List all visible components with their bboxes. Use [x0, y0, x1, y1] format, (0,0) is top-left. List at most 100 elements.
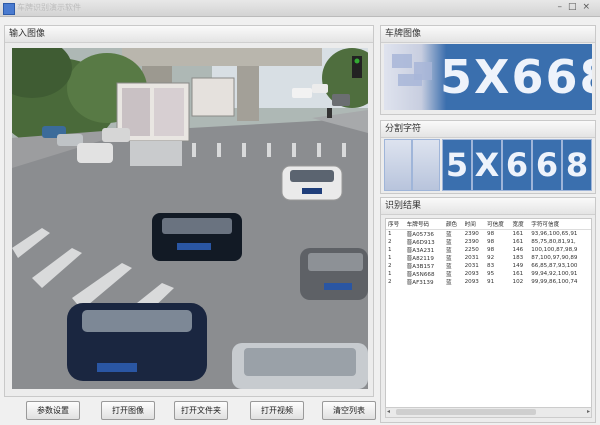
- table-cell: 2093: [464, 271, 479, 277]
- table-cell: 93,96,100,65,91: [531, 231, 578, 237]
- scroll-thumb[interactable]: [396, 409, 536, 415]
- table-cell: 蓝: [445, 280, 452, 286]
- maximize-icon[interactable]: □: [568, 2, 583, 12]
- window-title: 车牌识别演示软件: [17, 3, 81, 12]
- table-cell: 99,99,86,100,74: [531, 279, 578, 285]
- app-icon: [3, 3, 15, 15]
- col-header[interactable]: 车牌号码: [404, 219, 444, 230]
- table-row[interactable]: 1 晋A05736 蓝 2390 98 161 93,96,100,65,91: [386, 230, 591, 238]
- table-cell: 98: [487, 239, 495, 245]
- table-cell: 100,100,87,98,9: [531, 247, 578, 253]
- table-row[interactable]: 2 晋A6D913 蓝 2390 98 161 85,75,80,81,91,: [386, 238, 591, 246]
- segment-blurred: [384, 139, 412, 191]
- table-cell: 2093: [464, 279, 479, 285]
- table-cell: 晋A3A231: [406, 248, 435, 254]
- table-cell: 92: [487, 255, 495, 261]
- segment-char: 6: [532, 139, 562, 191]
- close-icon[interactable]: ×: [582, 2, 596, 12]
- table-cell: 161: [512, 231, 524, 237]
- table-cell: 99,94,92,100,91: [531, 271, 578, 277]
- segment-char: 5: [442, 139, 472, 191]
- input-image-view[interactable]: [12, 48, 368, 389]
- table-cell: 161: [512, 271, 524, 277]
- table-cell: 1: [388, 247, 392, 253]
- table-cell: 2031: [464, 263, 479, 269]
- table-cell: 蓝: [445, 232, 452, 238]
- table-cell: 1: [388, 255, 392, 261]
- table-cell: 2: [388, 263, 392, 269]
- open-folder-button[interactable]: 打开文件夹: [174, 401, 228, 420]
- table-cell: 1: [388, 231, 392, 237]
- table-cell: 87,100,97,90,89: [531, 255, 578, 261]
- table-cell: 2: [388, 279, 392, 285]
- table-cell: 2: [388, 239, 392, 245]
- scroll-right-icon[interactable]: ▸: [587, 408, 590, 415]
- result-table[interactable]: 序号 车牌号码 颜色 时间 可信度 宽度 字符可信度 1 晋A05736 蓝 2390…: [385, 218, 592, 410]
- table-cell: 2390: [464, 239, 479, 245]
- table-cell: 146: [512, 247, 524, 253]
- table-cell: 2390: [464, 231, 479, 237]
- plate-image-panel: 车牌图像 5X668: [380, 25, 596, 115]
- segment-panel-title: 分割字符: [381, 121, 595, 138]
- minimize-icon[interactable]: –: [557, 2, 568, 12]
- open-video-button[interactable]: 打开视频: [250, 401, 304, 420]
- table-cell: 晋A82119: [406, 256, 434, 262]
- table-cell: 161: [512, 239, 524, 245]
- table-row[interactable]: 2 晋A3B157 蓝 2031 83 149 66,85,87,93,100: [386, 262, 591, 270]
- col-header[interactable]: 可信度: [485, 219, 511, 230]
- plate-blur-region: [384, 44, 446, 110]
- table-cell: 183: [512, 255, 524, 261]
- segment-char: 6: [502, 139, 532, 191]
- col-header[interactable]: 时间: [462, 219, 486, 230]
- table-row[interactable]: 2 晋AF3139 蓝 2093 91 102 99,99,86,100,74: [386, 278, 591, 286]
- table-cell: 蓝: [445, 256, 452, 262]
- segment-blurred: [412, 139, 440, 191]
- table-cell: 2250: [464, 247, 479, 253]
- table-cell: 晋A3B157: [406, 264, 435, 270]
- table-cell: 91: [487, 279, 495, 285]
- result-panel-title: 识别结果: [381, 198, 595, 215]
- segment-strip: 5 X 6 6 8: [384, 139, 592, 191]
- table-cell: 98: [487, 247, 495, 253]
- col-header[interactable]: 字符可信度: [529, 219, 591, 230]
- plate-text: 5X668: [440, 50, 592, 104]
- table-cell: 蓝: [445, 264, 452, 270]
- table-cell: 83: [487, 263, 495, 269]
- table-row[interactable]: 1 晋A3A231 蓝 2250 98 146 100,100,87,98,9: [386, 246, 591, 254]
- segment-char: 8: [562, 139, 592, 191]
- horizontal-scrollbar[interactable]: ◂ ▸: [385, 407, 592, 418]
- table-cell: 蓝: [445, 272, 452, 278]
- clear-list-button[interactable]: 清空列表: [322, 401, 376, 420]
- segment-char: X: [472, 139, 502, 191]
- input-panel-title: 输入图像: [5, 26, 373, 43]
- title-bar: 车牌识别演示软件 –□×: [0, 0, 600, 17]
- table-cell: 晋A05736: [406, 232, 434, 238]
- col-header[interactable]: 颜色: [443, 219, 463, 230]
- table-cell: 95: [487, 271, 495, 277]
- table-cell: 2031: [464, 255, 479, 261]
- table-cell: 66,85,87,93,100: [531, 263, 578, 269]
- table-cell: 晋AF3139: [406, 280, 434, 286]
- col-header[interactable]: 序号: [386, 219, 405, 230]
- table-row[interactable]: 1 晋A5N668 蓝 2093 95 161 99,94,92,100,91: [386, 270, 591, 278]
- settings-button[interactable]: 参数设置: [26, 401, 80, 420]
- segment-panel: 分割字符 5 X 6 6 8: [380, 120, 596, 194]
- input-image-panel: 输入图像: [4, 25, 374, 397]
- result-panel: 识别结果 序号 车牌号码 颜色 时间 可信度 宽度 字符可信度 1 晋A05736…: [380, 197, 596, 423]
- table-cell: 149: [512, 263, 524, 269]
- table-cell: 1: [388, 271, 392, 277]
- open-image-button[interactable]: 打开图像: [101, 401, 155, 420]
- table-cell: 蓝: [445, 248, 452, 254]
- table-cell: 蓝: [445, 240, 452, 246]
- window-controls[interactable]: –□×: [557, 2, 596, 12]
- street-scene-image: [12, 48, 368, 389]
- scroll-left-icon[interactable]: ◂: [387, 408, 390, 415]
- table-cell: 晋A6D913: [406, 240, 435, 246]
- table-row[interactable]: 1 晋A82119 蓝 2031 92 183 87,100,97,90,89: [386, 254, 591, 262]
- table-cell: 98: [487, 231, 495, 237]
- col-header[interactable]: 宽度: [510, 219, 530, 230]
- table-cell: 85,75,80,81,91,: [531, 239, 576, 245]
- table-header-row: 序号 车牌号码 颜色 时间 可信度 宽度 字符可信度: [386, 219, 591, 230]
- plate-image: 5X668: [384, 44, 592, 110]
- table-cell: 晋A5N668: [406, 272, 435, 278]
